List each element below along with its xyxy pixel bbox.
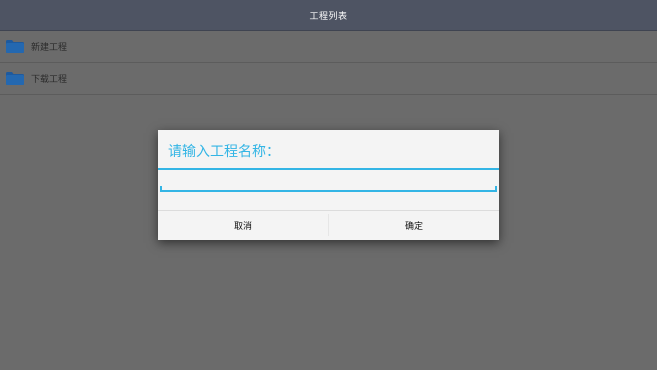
list-item-new-project[interactable]: 新建工程 (0, 31, 657, 63)
project-name-field[interactable] (160, 178, 497, 192)
folder-icon (6, 40, 24, 53)
page-title: 工程列表 (309, 11, 348, 22)
list-item-download-project[interactable]: 下载工程 (0, 63, 657, 95)
dialog-title-divider (158, 168, 499, 170)
project-name-dialog: 请输入工程名称： 取消 确定 (158, 130, 499, 240)
list-item-label: 下载工程 (31, 75, 68, 85)
dialog-title: 请输入工程名称： (168, 144, 280, 160)
title-bar: 工程列表 (0, 0, 657, 31)
list-item-label: 新建工程 (31, 43, 68, 53)
cancel-button[interactable]: 取消 (158, 211, 328, 240)
input-underline-right-tick (495, 186, 497, 191)
folder-icon (6, 72, 24, 85)
input-underline (160, 190, 497, 192)
confirm-button[interactable]: 确定 (329, 211, 499, 240)
project-list: 新建工程 下载工程 (0, 31, 657, 95)
project-name-input[interactable] (162, 178, 495, 190)
